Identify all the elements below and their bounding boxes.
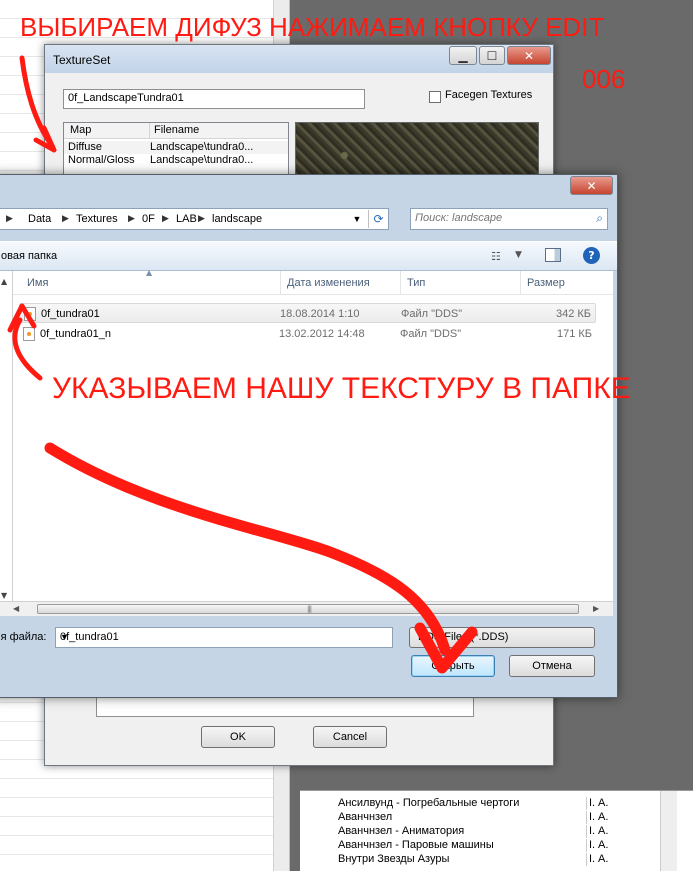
filename-input[interactable]: 0f_tundra01 ▼ (55, 627, 393, 648)
search-box[interactable]: ⌕ (410, 208, 608, 230)
map-list-header: Map Filename (64, 123, 288, 139)
facegen-label: Facegen Textures (445, 89, 533, 101)
scroll-left-icon[interactable]: ◀ (13, 604, 19, 613)
breadcrumb-landscape[interactable]: landscape (212, 213, 262, 225)
scroll-up-icon[interactable]: ▲ (1, 277, 7, 286)
view-options-icon[interactable]: ☷ (491, 250, 501, 263)
list-item[interactable]: Ансилвунд - Погребальные чертоги I. A. (300, 797, 693, 810)
breadcrumb-separator-icon: ▶ (62, 213, 69, 223)
horizontal-scrollbar[interactable]: ◀ ||| ▶ (0, 601, 613, 616)
file-list-header: ▲ Имя Дата изменения Тип Размер (13, 268, 613, 295)
breadcrumb-0f[interactable]: 0F (142, 213, 155, 225)
help-icon[interactable]: ? (583, 247, 600, 264)
map-row-normal[interactable]: Normal/Gloss Landscape\tundra0... (64, 154, 288, 167)
list-item[interactable]: Аванчнзел I. A. (300, 811, 693, 824)
file-open-dialog: ✕ ▶ Data ▶ Textures ▶ 0F ▶ LAB ▶ landsca… (0, 174, 618, 698)
open-button[interactable]: Открыть (411, 655, 495, 677)
column-date[interactable]: Дата изменения (287, 277, 370, 289)
list-item[interactable]: Аванчнзел - Аниматория I. A. (300, 825, 693, 838)
navigation-pane[interactable]: ▲ ▼ (0, 271, 13, 613)
cancel-button[interactable]: Cancel (313, 726, 387, 748)
breadcrumb-separator-icon: ▶ (6, 213, 13, 223)
minimize-icon: ▁ (458, 48, 468, 63)
new-folder-button[interactable]: овая папка (1, 250, 57, 262)
file-row[interactable]: 0f_tundra01_n 13.02.2012 14:48 Файл "DDS… (19, 324, 596, 344)
preview-pane-icon[interactable] (545, 248, 561, 262)
file-dialog-toolbar: овая папка ☷ ▼ ? (0, 241, 617, 271)
search-input[interactable] (415, 212, 585, 224)
dds-file-icon (23, 327, 35, 341)
filename-label: мя файла: (0, 631, 47, 643)
column-map[interactable]: Map (70, 124, 91, 136)
dds-file-icon (24, 307, 36, 321)
view-dropdown-icon[interactable]: ▼ (515, 250, 522, 260)
file-row[interactable]: 0f_tundra01 18.08.2014 1:10 Файл "DDS" 3… (19, 303, 596, 323)
chevron-down-icon[interactable]: ▼ (418, 632, 588, 642)
breadcrumb-separator-icon: ▶ (162, 213, 169, 223)
annotation-number: 006 (582, 64, 626, 94)
breadcrumb-separator-icon: ▶ (128, 213, 135, 223)
dialog-title: TextureSet (53, 53, 111, 67)
list-item[interactable]: Аванчнзел - Паровые машины I. A. (300, 839, 693, 852)
scrollbar-grip-icon: ||| (307, 605, 312, 613)
column-filename[interactable]: Filename (149, 123, 199, 138)
breadcrumb-textures[interactable]: Textures (76, 213, 118, 225)
refresh-icon[interactable]: ⟳ (368, 210, 388, 228)
list-item[interactable]: Внутри Звезды Азуры I. A. (300, 853, 693, 866)
annotation-middle: УКАЗЫВАЕМ НАШУ ТЕКСТУРУ В ПАПКЕ (52, 372, 631, 405)
annotation-top: ВЫБИРАЕМ ДИФУЗ НАЖИМАЕМ КНОПКУ EDIT (20, 12, 605, 42)
search-icon[interactable]: ⌕ (596, 211, 603, 226)
textureset-titlebar[interactable]: TextureSet ▁ ☐ ✕ (45, 45, 553, 73)
column-name[interactable]: Имя (27, 277, 48, 289)
close-button[interactable]: ✕ (507, 46, 551, 65)
close-icon: ✕ (523, 48, 535, 63)
file-dialog-close-button[interactable]: ✕ (570, 176, 613, 195)
address-dropdown-icon[interactable]: ▼ (348, 210, 366, 228)
textureset-name-input[interactable]: 0f_LandscapeTundra01 (63, 89, 365, 109)
breadcrumb-lab[interactable]: LAB (176, 213, 197, 225)
breadcrumb-separator-icon: ▶ (198, 213, 205, 223)
file-dialog-cancel-button[interactable]: Отмена (509, 655, 595, 677)
column-size[interactable]: Размер (527, 277, 565, 289)
scroll-right-icon[interactable]: ▶ (593, 604, 599, 613)
maximize-icon: ☐ (486, 48, 498, 63)
close-icon: ✕ (586, 178, 597, 193)
file-type-select[interactable]: DDS Files (*.DDS) ▼ (409, 627, 595, 648)
file-list: ▲ Имя Дата изменения Тип Размер 0f_tundr… (13, 268, 613, 613)
cell-list-scrollbar[interactable] (660, 791, 677, 871)
map-row-diffuse[interactable]: Diffuse Landscape\tundra0... (64, 141, 288, 154)
cell-list: Ансилвунд - Погребальные чертоги I. A. А… (300, 790, 693, 871)
maximize-button[interactable]: ☐ (479, 46, 505, 65)
scroll-down-icon[interactable]: ▼ (1, 591, 7, 600)
sort-ascending-icon: ▲ (146, 268, 153, 277)
minimize-button[interactable]: ▁ (449, 46, 477, 65)
breadcrumb-data[interactable]: Data (28, 213, 51, 225)
chevron-down-icon[interactable]: ▼ (60, 632, 388, 642)
column-type[interactable]: Тип (407, 277, 425, 289)
ok-button[interactable]: OK (201, 726, 275, 748)
address-bar[interactable]: ▶ Data ▶ Textures ▶ 0F ▶ LAB ▶ landscape… (0, 208, 389, 230)
facegen-checkbox[interactable] (429, 91, 441, 103)
